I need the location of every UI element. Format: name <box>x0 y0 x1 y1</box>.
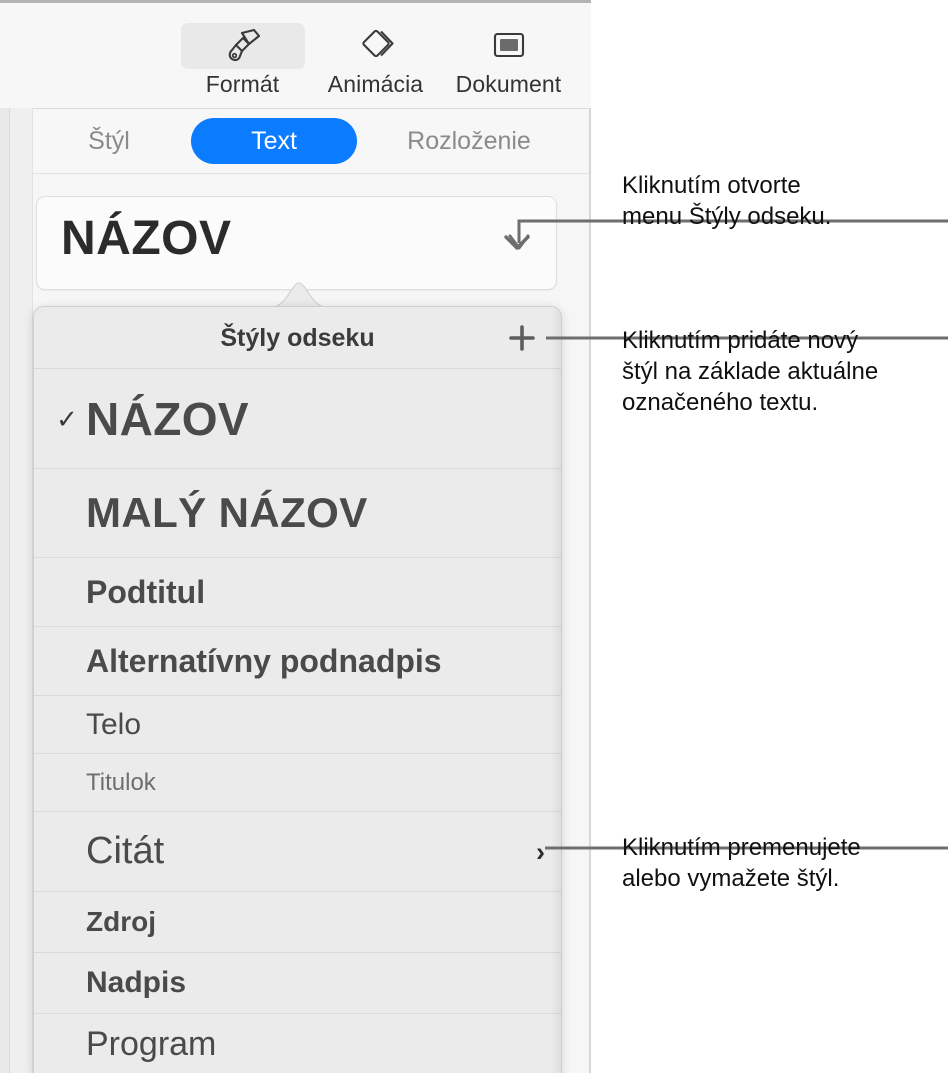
callout-add-style: Kliknutím pridáte nový štýl na základe a… <box>622 327 879 416</box>
style-row-label: Telo <box>86 707 142 741</box>
style-row-podtitul[interactable]: Podtitul <box>34 558 561 627</box>
panel-right-border <box>589 108 591 1073</box>
document-frame-icon <box>447 23 571 69</box>
style-row-label: Zdroj <box>86 906 156 937</box>
paintbrush-icon <box>180 23 305 69</box>
style-row-label: MALÝ NÁZOV <box>86 489 368 536</box>
toolbar-item-document-label: Dokument <box>455 71 562 97</box>
style-row-label: Alternatívny podnadpis <box>86 642 442 679</box>
toolbar-item-animation-label: Animácia <box>327 71 424 97</box>
style-row-label: NÁZOV <box>86 392 249 445</box>
tab-style[interactable]: Štýl <box>33 127 185 156</box>
style-row-label: Podtitul <box>86 573 206 610</box>
style-row-zdroj[interactable]: Zdroj <box>34 892 561 953</box>
tab-text[interactable]: Text <box>191 118 357 164</box>
panel-left-strip <box>0 108 10 1073</box>
style-row-label: Program <box>86 1024 217 1063</box>
style-row-label: Nadpis <box>86 966 187 999</box>
plus-icon[interactable] <box>505 321 539 355</box>
popup-title: Štýly odseku <box>220 324 375 352</box>
style-row-maly-nazov[interactable]: MALÝ NÁZOV <box>34 469 561 558</box>
style-row-label: Citát <box>86 830 165 872</box>
style-row-label: Titulok <box>86 768 156 796</box>
popup-header: Štýly odseku <box>34 307 561 369</box>
inspector-toolbar: Formát Animácia Dokument <box>0 3 591 109</box>
style-row-titulok[interactable]: Titulok <box>34 754 561 812</box>
toolbar-item-document[interactable]: Dokument <box>442 23 575 98</box>
toolbar-items: Formát Animácia Dokument <box>176 23 575 98</box>
inspector-tab-bar: Štýl Text Rozloženie <box>33 109 591 174</box>
toolbar-item-animation[interactable]: Animácia <box>309 23 442 98</box>
paragraph-styles-popup: Štýly odseku ✓ NÁZOV MALÝ NÁZOV Podtitul… <box>33 306 562 1073</box>
style-row-alternativny-podnadpis[interactable]: Alternatívny podnadpis <box>34 627 561 696</box>
toolbar-item-format[interactable]: Formát <box>176 23 309 98</box>
toolbar-item-format-label: Formát <box>205 71 280 97</box>
chevron-down-icon[interactable] <box>500 225 534 259</box>
paragraph-style-value: NÁZOV <box>61 212 232 265</box>
style-row-nadpis[interactable]: Nadpis <box>34 953 561 1014</box>
diamonds-icon <box>314 23 438 69</box>
style-row-telo[interactable]: Telo <box>34 696 561 754</box>
panel-left-strip-inner <box>10 108 33 1073</box>
style-row-nazov[interactable]: ✓ NÁZOV <box>34 369 561 469</box>
style-row-citat[interactable]: Citát › <box>34 812 561 892</box>
style-row-program[interactable]: Program <box>34 1014 561 1073</box>
tab-layout[interactable]: Rozloženie <box>369 127 569 156</box>
format-inspector-panel: Formát Animácia Dokument Štýl Text Rozlo… <box>0 0 591 1073</box>
callout-open-menu: Kliknutím otvorte menu Štýly odseku. <box>622 172 832 230</box>
callout-rename-style: Kliknutím premenujete alebo vymažete štý… <box>622 834 861 892</box>
paragraph-style-field[interactable]: NÁZOV <box>36 196 557 290</box>
